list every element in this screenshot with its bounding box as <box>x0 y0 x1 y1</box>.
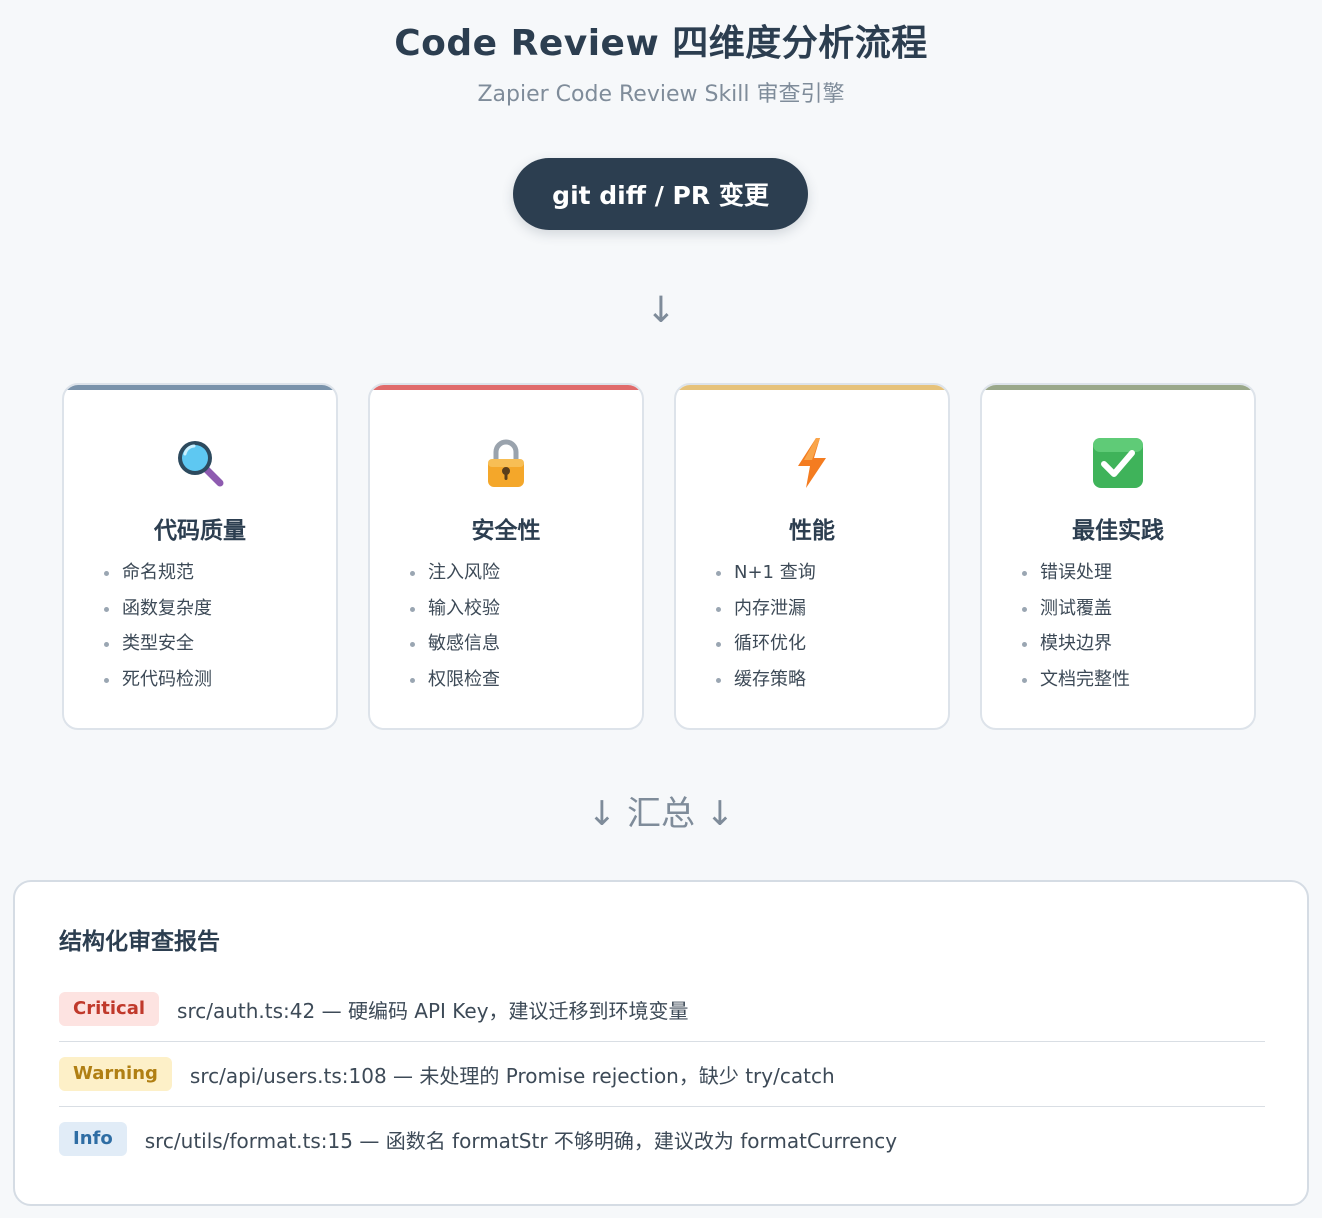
report-row-text: src/api/users.ts:108 — 未处理的 Promise reje… <box>189 1063 835 1088</box>
list-item: 类型安全 <box>104 632 212 668</box>
list-item: 权限检查 <box>410 668 500 704</box>
dimension-card-best-practices: 最佳实践 错误处理 测试覆盖 模块边界 文档完整性 <box>980 383 1256 730</box>
list-item: 文档完整性 <box>1022 668 1130 704</box>
list-item: 输入校验 <box>410 597 500 633</box>
report-title: 结构化审查报告 <box>59 929 220 955</box>
severity-badge-info: Info <box>59 1122 127 1156</box>
report-row-text: src/auth.ts:42 — 硬编码 API Key，建议迁移到环境变量 <box>177 998 689 1023</box>
git-diff-start-node: git diff / PR 变更 <box>513 158 808 230</box>
magnifier-icon <box>64 435 336 491</box>
severity-badge-critical: Critical <box>59 992 160 1026</box>
list-item: 模块边界 <box>1022 632 1130 668</box>
card-title: 性能 <box>789 518 835 544</box>
dimension-cards: 代码质量 命名规范 函数复杂度 类型安全 死代码检测 安全性 注入风险 输入校验… <box>62 383 1260 734</box>
card-accent-bar <box>982 385 1254 390</box>
page-title: Code Review 四维度分析流程 <box>394 23 928 64</box>
summary-arrow: ↓ 汇总 ↓ <box>587 794 735 834</box>
list-item: 内存泄漏 <box>716 597 816 633</box>
report-row-warning: Warning src/api/users.ts:108 — 未处理的 Prom… <box>59 1042 1265 1107</box>
lock-icon <box>370 435 642 491</box>
card-title: 安全性 <box>471 518 541 544</box>
list-item: 测试覆盖 <box>1022 597 1130 633</box>
dimension-card-code-quality: 代码质量 命名规范 函数复杂度 类型安全 死代码检测 <box>62 383 338 730</box>
dimension-card-performance: 性能 N+1 查询 内存泄漏 循环优化 缓存策略 <box>674 383 950 730</box>
report-row-critical: Critical src/auth.ts:42 — 硬编码 API Key，建议… <box>59 977 1265 1042</box>
review-report-panel: 结构化审查报告 Critical src/auth.ts:42 — 硬编码 AP… <box>13 880 1309 1206</box>
list-item: 命名规范 <box>104 561 212 597</box>
list-item: 循环优化 <box>716 632 816 668</box>
card-items: 命名规范 函数复杂度 类型安全 死代码检测 <box>104 561 212 703</box>
list-item: 缓存策略 <box>716 668 816 704</box>
report-row-info: Info src/utils/format.ts:15 — 函数名 format… <box>59 1107 1265 1171</box>
dimension-card-security: 安全性 注入风险 输入校验 敏感信息 权限检查 <box>368 383 644 730</box>
flow-arrow-down: ↓ <box>645 290 677 331</box>
page-subtitle: Zapier Code Review Skill 审查引擎 <box>477 82 845 107</box>
card-title: 最佳实践 <box>1072 518 1164 544</box>
checkmark-icon <box>982 435 1254 491</box>
list-item: N+1 查询 <box>716 561 816 597</box>
card-items: 错误处理 测试覆盖 模块边界 文档完整性 <box>1022 561 1130 703</box>
list-item: 敏感信息 <box>410 632 500 668</box>
card-accent-bar <box>676 385 948 390</box>
severity-badge-warning: Warning <box>59 1057 172 1091</box>
report-row-text: src/utils/format.ts:15 — 函数名 formatStr 不… <box>144 1128 898 1153</box>
list-item: 注入风险 <box>410 561 500 597</box>
card-accent-bar <box>64 385 336 390</box>
list-item: 死代码检测 <box>104 668 212 704</box>
card-items: 注入风险 输入校验 敏感信息 权限检查 <box>410 561 500 703</box>
card-items: N+1 查询 内存泄漏 循环优化 缓存策略 <box>716 561 816 703</box>
lightning-icon <box>676 435 948 491</box>
list-item: 函数复杂度 <box>104 597 212 633</box>
list-item: 错误处理 <box>1022 561 1130 597</box>
card-title: 代码质量 <box>154 518 246 544</box>
card-accent-bar <box>370 385 642 390</box>
